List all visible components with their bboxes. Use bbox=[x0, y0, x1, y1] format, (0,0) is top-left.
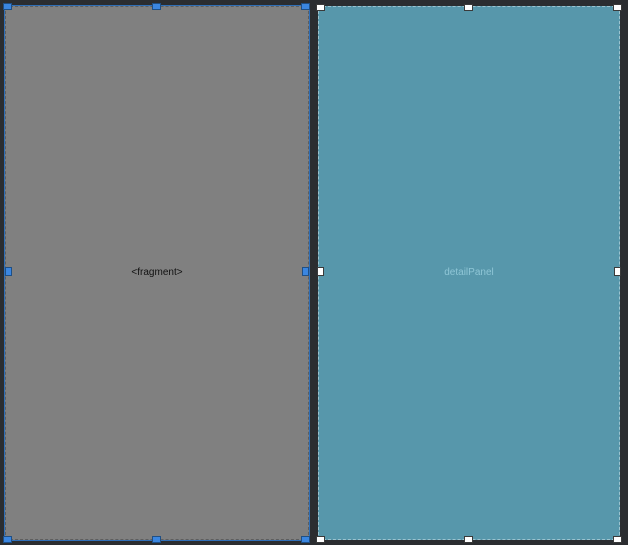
fragment-resize-handle-bottom-center[interactable] bbox=[152, 536, 161, 543]
detail-resize-handle-bottom-center[interactable] bbox=[464, 536, 473, 543]
fragment-resize-handle-top-right[interactable] bbox=[301, 3, 310, 10]
detail-panel[interactable]: detailPanel bbox=[318, 6, 620, 540]
detail-panel-label: detailPanel bbox=[444, 267, 494, 278]
fragment-resize-handle-bottom-right[interactable] bbox=[301, 536, 310, 543]
detail-resize-handle-bottom-left[interactable] bbox=[316, 536, 325, 543]
detail-resize-handle-middle-right[interactable] bbox=[614, 267, 621, 276]
fragment-resize-handle-middle-right[interactable] bbox=[302, 267, 309, 276]
fragment-resize-handle-top-left[interactable] bbox=[3, 3, 12, 10]
fragment-resize-handle-bottom-left[interactable] bbox=[3, 536, 12, 543]
detail-resize-handle-top-center[interactable] bbox=[464, 4, 473, 11]
fragment-resize-handle-middle-left[interactable] bbox=[5, 267, 12, 276]
fragment-resize-handle-top-center[interactable] bbox=[152, 3, 161, 10]
detail-resize-handle-bottom-right[interactable] bbox=[613, 536, 622, 543]
fragment-label: <fragment> bbox=[131, 267, 183, 278]
detail-resize-handle-middle-left[interactable] bbox=[317, 267, 324, 276]
fragment-panel[interactable]: <fragment> bbox=[4, 5, 310, 541]
detail-resize-handle-top-left[interactable] bbox=[316, 4, 325, 11]
detail-resize-handle-top-right[interactable] bbox=[613, 4, 622, 11]
